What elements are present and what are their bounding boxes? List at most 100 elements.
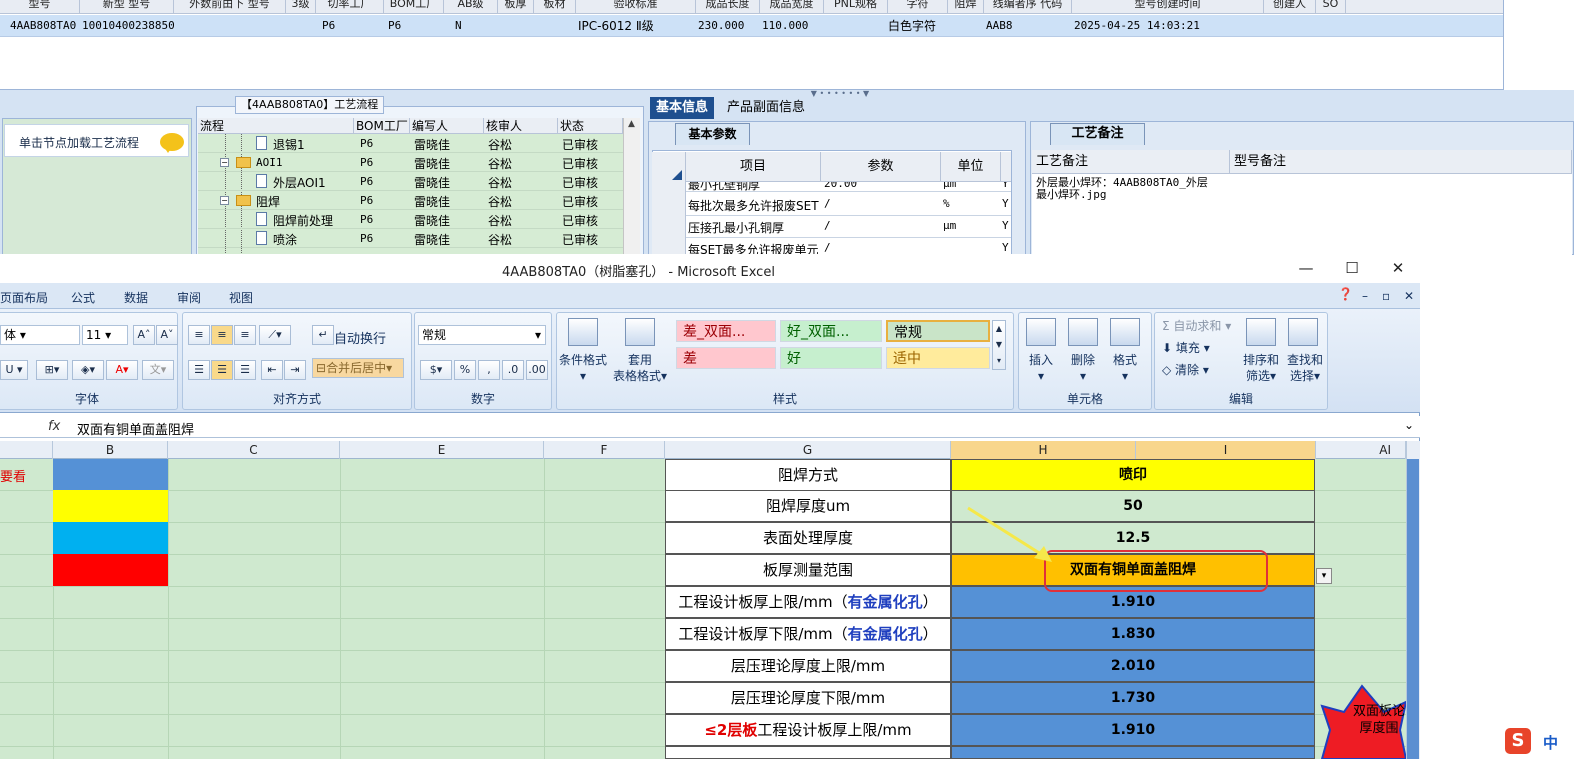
tab-review[interactable]: 审阅 [177, 289, 201, 306]
dropdown-arrow-icon[interactable]: ▾ [1316, 568, 1332, 584]
col-header[interactable]: E [340, 441, 544, 459]
style-bad[interactable]: 差 [676, 347, 776, 369]
col-header[interactable]: I [1136, 441, 1316, 459]
maximize-button[interactable]: ☐ [1329, 254, 1375, 283]
clear-button[interactable]: ◇ 清除 ▾ [1162, 361, 1209, 378]
color-swatch-cell[interactable] [53, 522, 168, 554]
tree-node[interactable]: 外层AOI1 P6 雷晓佳 谷松 已审核 [198, 172, 623, 191]
style-normal[interactable]: 常规 [886, 320, 990, 342]
col-header[interactable]: 单位 [941, 152, 1001, 182]
col-header[interactable]: F [544, 441, 665, 459]
tree-node[interactable]: 退锡1 P6 雷晓佳 谷松 已审核 [198, 134, 623, 153]
tab-process-remark[interactable]: 工艺备注 [1050, 123, 1145, 145]
label-cell[interactable]: 阻焊方式 [665, 459, 951, 491]
value-cell[interactable]: 1.830 [951, 618, 1315, 650]
col-header[interactable]: 成品宽度 [760, 0, 824, 13]
label-cell[interactable]: ≤2层板工程设计板厚上限/mm [665, 714, 951, 746]
comma-icon[interactable]: , [478, 360, 500, 380]
tab-data[interactable]: 数据 [124, 289, 148, 306]
close-button[interactable]: ✕ [1375, 254, 1421, 283]
col-header[interactable]: 项目 [686, 152, 821, 182]
label-cell[interactable]: 工程设计板厚上限/mm（有金属化孔） [665, 586, 951, 618]
font-size-select[interactable]: 11 ▾ [82, 325, 128, 345]
shrink-font-icon[interactable]: A˅ [156, 325, 178, 345]
col-header[interactable]: 3级 [286, 0, 316, 13]
align-left-icon[interactable]: ☰ [188, 360, 210, 380]
col-header[interactable]: 新型 型号 [80, 0, 174, 13]
table-row[interactable]: 4AAB808TA0 10010400238850 P6 P6 N IPC-60… [0, 15, 1503, 37]
col-header[interactable]: 验收标准 [576, 0, 696, 13]
style-good[interactable]: 好 [780, 347, 882, 369]
col-header[interactable]: 阻焊 [948, 0, 984, 13]
col-header[interactable]: SO [1316, 0, 1346, 13]
value-cell[interactable]: 1.910 [951, 714, 1315, 746]
splitter-handle[interactable]: ▼ • • • • • • ▼ [810, 90, 870, 98]
remark-text[interactable]: 外层最小焊环：4AAB808TA0_外层最小焊环.jpg [1036, 177, 1216, 201]
underline-icon[interactable]: U ▾ [0, 360, 28, 380]
increase-decimal-icon[interactable]: .0 [502, 360, 524, 380]
col-header[interactable]: 切率工厂 [316, 0, 384, 13]
color-swatch-cell[interactable] [53, 459, 168, 491]
sogou-ime-icon[interactable]: S [1505, 728, 1531, 754]
col-header[interactable]: 状态 [558, 118, 623, 134]
tree-node[interactable]: 阻焊前处理 P6 雷晓佳 谷松 已审核 [198, 210, 623, 229]
label-cell[interactable]: 层压理论厚度下限/mm [665, 682, 951, 714]
label-cell[interactable]: 板厚测量范围 [665, 554, 951, 586]
font-color-icon[interactable]: A▾ [106, 360, 138, 380]
increase-indent-icon[interactable]: ⇥ [284, 360, 306, 380]
styles-scroll-icon[interactable]: ▲ ▼ ▾ [992, 320, 1006, 370]
align-middle-icon[interactable]: ≡ [211, 325, 233, 345]
decrease-decimal-icon[interactable]: .00 [526, 360, 548, 380]
conditional-format-button[interactable]: 条件格式 ▾ [558, 352, 608, 384]
col-header[interactable]: 型号 [0, 0, 80, 13]
minimize-button[interactable]: — [1283, 254, 1329, 283]
col-header[interactable]: 型号创建时间 [1072, 0, 1264, 13]
col-header[interactable]: G [665, 441, 951, 459]
style-good-double[interactable]: 好_双面... [780, 320, 882, 342]
value-cell[interactable]: 喷印 [951, 459, 1315, 491]
row-selector[interactable] [652, 152, 686, 255]
col-header[interactable]: 线编者序 代码 [984, 0, 1072, 13]
ime-toolbar[interactable]: S 中 [1505, 724, 1574, 759]
style-neutral[interactable]: 适中 [886, 347, 990, 369]
collapse-icon[interactable]: − [220, 196, 229, 205]
param-row[interactable]: 最小孔壁铜厚 20.00 μm Y [686, 182, 1011, 192]
format-button[interactable]: 格式 ▾ [1104, 352, 1146, 384]
col-header[interactable]: AB级 [444, 0, 498, 13]
col-header[interactable]: C [168, 441, 340, 459]
param-row[interactable]: 每SET最多允许报废单元 / Y [686, 238, 1011, 255]
col-header[interactable]: 核审人 [484, 118, 558, 134]
col-header[interactable]: 字符 [888, 0, 948, 13]
col-header[interactable]: 板厚 [498, 0, 534, 13]
fill-button[interactable]: ⬇ 填充 ▾ [1162, 339, 1210, 356]
find-select-button[interactable]: 查找和 选择▾ [1282, 352, 1328, 384]
tree-node[interactable]: − 阻焊 P6 雷晓佳 谷松 已审核 [198, 191, 623, 210]
col-header[interactable]: 参数 [821, 152, 941, 182]
color-swatch-cell[interactable] [53, 554, 168, 586]
label-cell[interactable]: 工程设计板厚下限/mm（有金属化孔） [665, 618, 951, 650]
col-header[interactable]: 外数前由下 型号 [174, 0, 286, 13]
tab-basic-info[interactable]: 基本信息 [650, 97, 715, 119]
tree-node[interactable]: − AOI1 P6 雷晓佳 谷松 已审核 [198, 153, 623, 172]
label-cell[interactable]: 层压理论厚度上限/mm [665, 650, 951, 682]
grow-font-icon[interactable]: A˄ [133, 325, 155, 345]
label-cell[interactable] [665, 746, 951, 759]
delete-button[interactable]: 删除 ▾ [1062, 352, 1104, 384]
ribbon-restore-icon[interactable]: ▫ [1382, 289, 1390, 303]
expand-formula-icon[interactable]: ⌄ [1404, 418, 1414, 432]
sort-filter-button[interactable]: 排序和 筛选▾ [1238, 352, 1284, 384]
decrease-indent-icon[interactable]: ⇤ [261, 360, 283, 380]
param-row[interactable]: 压接孔最小孔铜厚 / μm Y [686, 216, 1011, 238]
col-header[interactable]: 流程 [198, 118, 354, 134]
col-header[interactable]: PNL规格 [824, 0, 888, 13]
value-cell[interactable]: 1.730 [951, 682, 1315, 714]
fill-color-icon[interactable]: ◈▾ [72, 360, 104, 380]
value-cell[interactable]: 2.010 [951, 650, 1315, 682]
border-icon[interactable]: ⊞▾ [36, 360, 68, 380]
col-header[interactable]: 工艺备注 [1032, 150, 1230, 174]
font-name-select[interactable]: 体 ▾ [0, 325, 80, 345]
process-tree-scrollbar[interactable] [623, 118, 640, 255]
ime-mode-label[interactable]: 中 [1543, 732, 1558, 753]
label-cell[interactable]: 表面处理厚度 [665, 522, 951, 554]
col-header[interactable]: 板材 [534, 0, 576, 13]
